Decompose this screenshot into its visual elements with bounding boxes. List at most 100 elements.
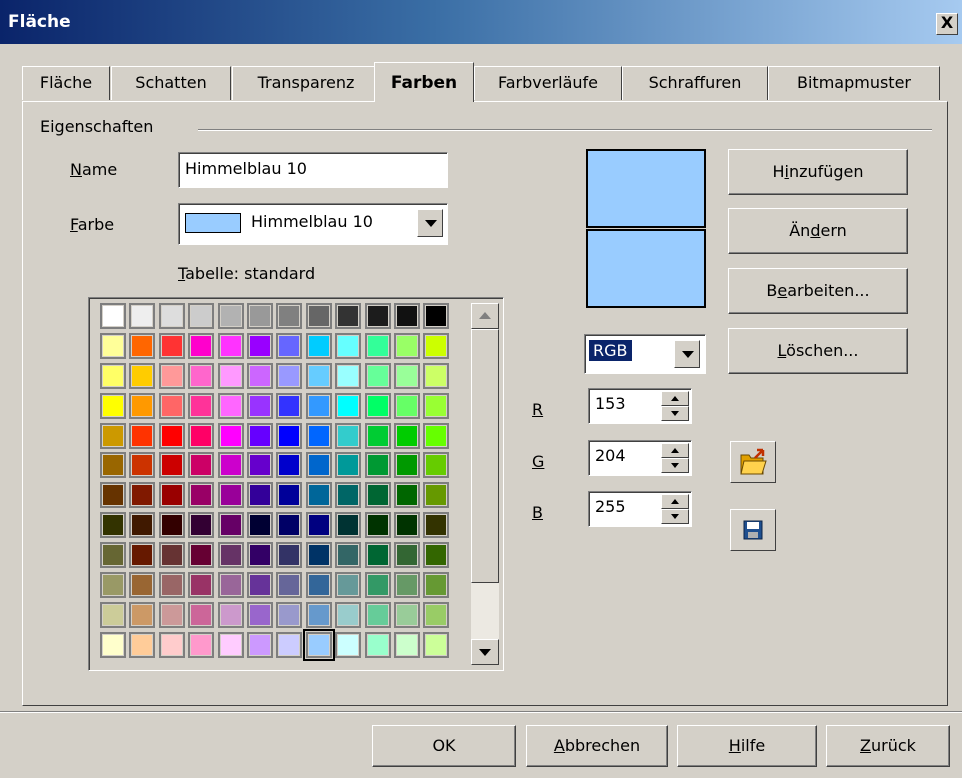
color-cell[interactable] (305, 572, 332, 599)
color-cell[interactable] (129, 542, 156, 569)
color-cell[interactable] (246, 362, 273, 389)
color-cell[interactable] (276, 482, 303, 509)
color-cell[interactable] (305, 422, 332, 449)
color-select[interactable]: Himmelblau 10 (178, 203, 448, 245)
color-cell[interactable] (423, 422, 450, 449)
color-cell[interactable] (129, 482, 156, 509)
color-cell[interactable] (188, 631, 215, 658)
color-cell[interactable] (423, 482, 450, 509)
color-cell[interactable] (423, 631, 450, 658)
color-cell[interactable] (188, 422, 215, 449)
color-cell[interactable] (129, 512, 156, 539)
color-cell[interactable] (217, 512, 244, 539)
color-cell[interactable] (364, 572, 391, 599)
color-cell[interactable] (393, 601, 420, 628)
color-cell[interactable] (217, 362, 244, 389)
color-cell[interactable] (335, 422, 362, 449)
color-cell[interactable] (246, 452, 273, 479)
color-cell[interactable] (246, 512, 273, 539)
color-cell[interactable] (129, 303, 156, 329)
color-cell[interactable] (100, 303, 126, 329)
tab-farbverlaeufe[interactable]: Farbverläufe (474, 66, 622, 100)
color-cell[interactable] (246, 422, 273, 449)
r-spinbox[interactable]: 153 (588, 388, 692, 424)
palette-scrollbar[interactable] (471, 303, 499, 665)
color-cell[interactable] (276, 631, 303, 658)
color-cell[interactable] (393, 422, 420, 449)
color-cell[interactable] (364, 482, 391, 509)
color-cell[interactable] (393, 572, 420, 599)
color-cell[interactable] (335, 332, 362, 359)
edit-button[interactable]: Bearbeiten... (728, 268, 908, 314)
color-cell[interactable] (129, 572, 156, 599)
add-button[interactable]: Hinzufügen (728, 149, 908, 195)
color-cell[interactable] (276, 332, 303, 359)
back-button[interactable]: Zurück (826, 725, 950, 767)
color-cell[interactable] (188, 332, 215, 359)
open-palette-button[interactable] (730, 441, 776, 483)
color-cell[interactable] (423, 303, 450, 329)
color-cell[interactable] (100, 631, 126, 658)
modify-button[interactable]: Ändern (728, 208, 908, 254)
color-cell[interactable] (158, 572, 185, 599)
name-input[interactable]: Himmelblau 10 (178, 152, 448, 188)
color-cell[interactable] (393, 631, 420, 658)
b-decrement-icon[interactable] (661, 509, 689, 524)
color-cell[interactable] (423, 452, 450, 479)
help-button[interactable]: Hilfe (677, 725, 817, 767)
color-cell[interactable] (217, 452, 244, 479)
color-cell[interactable] (158, 452, 185, 479)
color-cell[interactable] (100, 542, 126, 569)
tab-schatten[interactable]: Schatten (111, 66, 231, 100)
color-cell[interactable] (188, 362, 215, 389)
color-cell[interactable] (246, 482, 273, 509)
scroll-up-icon[interactable] (471, 303, 499, 329)
tab-bitmapmuster[interactable]: Bitmapmuster (768, 66, 940, 100)
color-cell[interactable] (129, 601, 156, 628)
color-cell[interactable] (188, 392, 215, 419)
color-cell[interactable] (335, 482, 362, 509)
b-spinbox[interactable]: 255 (588, 491, 692, 527)
color-cell[interactable] (364, 542, 391, 569)
color-cell[interactable] (188, 601, 215, 628)
color-cell[interactable] (100, 452, 126, 479)
color-cell[interactable] (129, 452, 156, 479)
color-cell[interactable] (305, 512, 332, 539)
color-cell[interactable] (158, 422, 185, 449)
color-cell[interactable] (364, 422, 391, 449)
color-cell[interactable] (305, 303, 332, 329)
color-cell[interactable] (305, 601, 332, 628)
tab-schraffuren[interactable]: Schraffuren (622, 66, 768, 100)
color-cell[interactable] (100, 601, 126, 628)
color-cell[interactable] (158, 512, 185, 539)
color-cell[interactable] (276, 542, 303, 569)
color-model-dropdown-button[interactable] (674, 340, 700, 368)
color-cell[interactable] (335, 303, 362, 329)
color-cell[interactable] (305, 392, 332, 419)
color-cell[interactable] (364, 303, 391, 329)
color-cell[interactable] (129, 332, 156, 359)
color-cell[interactable] (423, 332, 450, 359)
color-cell[interactable] (393, 512, 420, 539)
color-cell[interactable] (276, 572, 303, 599)
color-cell[interactable] (364, 392, 391, 419)
cancel-button[interactable]: Abbrechen (526, 725, 668, 767)
color-cell[interactable] (335, 631, 362, 658)
color-cell[interactable] (188, 452, 215, 479)
color-cell[interactable] (246, 332, 273, 359)
color-cell[interactable] (188, 512, 215, 539)
color-cell[interactable] (100, 362, 126, 389)
color-cell[interactable] (276, 303, 303, 329)
save-palette-button[interactable] (730, 509, 776, 551)
r-decrement-icon[interactable] (661, 406, 689, 421)
r-increment-icon[interactable] (661, 391, 689, 406)
color-cell[interactable] (217, 482, 244, 509)
color-cell[interactable] (188, 303, 215, 329)
scroll-thumb[interactable] (471, 329, 499, 583)
color-cell[interactable] (217, 631, 244, 658)
color-cell[interactable] (100, 332, 126, 359)
color-cell[interactable] (393, 482, 420, 509)
color-cell[interactable] (129, 631, 156, 658)
delete-button[interactable]: Löschen... (728, 328, 908, 374)
color-cell[interactable] (276, 422, 303, 449)
